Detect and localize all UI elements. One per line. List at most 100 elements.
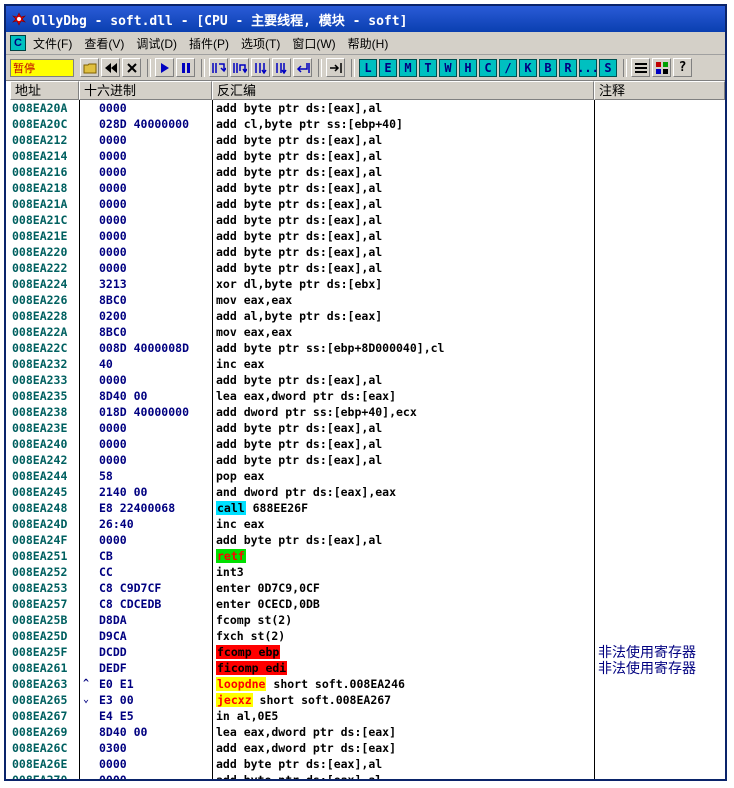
- table-row[interactable]: 008EA242 0000 add byte ptr ds:[eax],al: [10, 452, 725, 468]
- list-view-button[interactable]: [631, 58, 650, 77]
- menu-file[interactable]: 文件(F): [29, 35, 80, 52]
- table-row[interactable]: 008EA244 58 pop eax: [10, 468, 725, 484]
- step-into-button[interactable]: [209, 58, 228, 77]
- window-button-4[interactable]: W: [439, 58, 457, 77]
- open-button[interactable]: [80, 58, 99, 77]
- colors-button[interactable]: [652, 58, 671, 77]
- column-header-hex[interactable]: 十六进制: [79, 81, 212, 100]
- window-button-6[interactable]: C: [479, 58, 497, 77]
- row-address: 008EA23E: [12, 421, 68, 435]
- table-row[interactable]: 008EA235 8D40 00 lea eax,dword ptr ds:[eax…: [10, 388, 725, 404]
- table-row[interactable]: 008EA25B D8DA fcomp st(2): [10, 612, 725, 628]
- title-bar[interactable]: OllyDbg - soft.dll - [CPU - 主要线程, 模块 - s…: [6, 6, 725, 32]
- menu-window[interactable]: 窗口(W): [288, 35, 343, 52]
- row-mnemonic: retf: [216, 549, 246, 563]
- table-row[interactable]: 008EA257 C8 CDCEDB enter 0CECD,0DB: [10, 596, 725, 612]
- row-disassembly: fxch st(2): [216, 628, 285, 644]
- row-hex: 0000: [99, 533, 127, 547]
- row-address: 008EA265: [12, 693, 68, 707]
- table-row[interactable]: 008EA265 ⌄ E3 00 jecxz short soft.008EA267: [10, 692, 725, 708]
- window-button-2[interactable]: M: [399, 58, 417, 77]
- execute-till-return-button[interactable]: [293, 58, 312, 77]
- cpu-disassembly-pane[interactable]: 地址 十六进制 反汇编 注释 008EA20A 0000 add byte ptr …: [6, 81, 725, 779]
- table-row[interactable]: 008EA24F 0000 add byte ptr ds:[eax],al: [10, 532, 725, 548]
- table-row[interactable]: 008EA214 0000 add byte ptr ds:[eax],al: [10, 148, 725, 164]
- trace-over-button[interactable]: [272, 58, 291, 77]
- window-button-8[interactable]: K: [519, 58, 537, 77]
- column-header-disasm[interactable]: 反汇编: [212, 81, 594, 100]
- trace-into-button[interactable]: [251, 58, 270, 77]
- table-row[interactable]: 008EA261 DEDF ficomp edi 非法使用寄存器: [10, 660, 725, 676]
- table-row[interactable]: 008EA226 8BC0 mov eax,eax: [10, 292, 725, 308]
- go-to-icon: [329, 62, 342, 73]
- pause-button[interactable]: [176, 58, 195, 77]
- row-address: 008EA251: [12, 549, 68, 563]
- menu-options[interactable]: 选项(T): [237, 35, 288, 52]
- window-button-9[interactable]: B: [539, 58, 557, 77]
- table-row[interactable]: 008EA22C 008D 4000008D add byte ptr ss:[eb…: [10, 340, 725, 356]
- table-row[interactable]: 008EA21C 0000 add byte ptr ds:[eax],al: [10, 212, 725, 228]
- menu-help[interactable]: 帮助(H): [344, 35, 397, 52]
- row-hex: 0000: [99, 149, 127, 163]
- table-row[interactable]: 008EA216 0000 add byte ptr ds:[eax],al: [10, 164, 725, 180]
- row-disassembly: add byte ptr ds:[eax],al: [216, 420, 382, 436]
- rewind-button[interactable]: [101, 58, 120, 77]
- table-row[interactable]: 008EA228 0200 add al,byte ptr ds:[eax]: [10, 308, 725, 324]
- close-button[interactable]: [122, 58, 141, 77]
- table-row[interactable]: 008EA218 0000 add byte ptr ds:[eax],al: [10, 180, 725, 196]
- window-button-1[interactable]: E: [379, 58, 397, 77]
- table-row[interactable]: 008EA22A 8BC0 mov eax,eax: [10, 324, 725, 340]
- window-button-5[interactable]: H: [459, 58, 477, 77]
- window-button-7[interactable]: /: [499, 58, 517, 77]
- table-row[interactable]: 008EA212 0000 add byte ptr ds:[eax],al: [10, 132, 725, 148]
- row-operands: fxch st(2): [216, 629, 286, 643]
- run-button[interactable]: [155, 58, 174, 77]
- table-row[interactable]: 008EA270 0000 add byte ptr ds:[eax],al: [10, 772, 725, 779]
- table-row[interactable]: 008EA20A 0000 add byte ptr ds:[eax],al: [10, 100, 725, 116]
- table-row[interactable]: 008EA20C 028D 40000000 add cl,byte ptr ss:…: [10, 116, 725, 132]
- row-hex: C8 CDCEDB: [99, 597, 162, 611]
- pause-icon: [181, 62, 190, 73]
- table-row[interactable]: 008EA21E 0000 add byte ptr ds:[eax],al: [10, 228, 725, 244]
- go-to-origin-button[interactable]: [326, 58, 345, 77]
- table-row[interactable]: 008EA220 0000 add byte ptr ds:[eax],al: [10, 244, 725, 260]
- table-row[interactable]: 008EA267 E4 E5 in al,0E5: [10, 708, 725, 724]
- row-operands: add eax,dword ptr ds:[eax]: [216, 741, 397, 755]
- table-row[interactable]: 008EA26C 0300 add eax,dword ptr ds:[eax]: [10, 740, 725, 756]
- menu-debug[interactable]: 调试(D): [132, 35, 185, 52]
- table-row[interactable]: 008EA248 E8 22400068 call 688EE26F: [10, 500, 725, 516]
- table-row[interactable]: 008EA224 3213 xor dl,byte ptr ds:[ebx]: [10, 276, 725, 292]
- row-hex: 8BC0: [99, 293, 127, 307]
- window-button-0[interactable]: L: [359, 58, 377, 77]
- table-row[interactable]: 008EA269 8D40 00 lea eax,dword ptr ds:[eax…: [10, 724, 725, 740]
- step-over-button[interactable]: [230, 58, 249, 77]
- table-row[interactable]: 008EA25D D9CA fxch st(2): [10, 628, 725, 644]
- window-button-12[interactable]: S: [599, 58, 617, 77]
- table-row[interactable]: 008EA21A 0000 add byte ptr ds:[eax],al: [10, 196, 725, 212]
- table-row[interactable]: 008EA24D 26:40 inc eax: [10, 516, 725, 532]
- table-row[interactable]: 008EA252 CC int3: [10, 564, 725, 580]
- table-row[interactable]: 008EA25F DCDD fcomp ebp 非法使用寄存器: [10, 644, 725, 660]
- table-row[interactable]: 008EA245 2140 00 and dword ptr ds:[eax],ea…: [10, 484, 725, 500]
- table-row[interactable]: 008EA251 CB retf: [10, 548, 725, 564]
- column-header-comment[interactable]: 注释: [594, 81, 725, 100]
- table-row[interactable]: 008EA222 0000 add byte ptr ds:[eax],al: [10, 260, 725, 276]
- table-row[interactable]: 008EA232 40 inc eax: [10, 356, 725, 372]
- help-button[interactable]: ?: [673, 58, 692, 77]
- window-button-10[interactable]: R: [559, 58, 577, 77]
- table-row[interactable]: 008EA253 C8 C9D7CF enter 0D7C9,0CF: [10, 580, 725, 596]
- table-row[interactable]: 008EA233 0000 add byte ptr ds:[eax],al: [10, 372, 725, 388]
- table-row[interactable]: 008EA23E 0000 add byte ptr ds:[eax],al: [10, 420, 725, 436]
- table-row[interactable]: 008EA26E 0000 add byte ptr ds:[eax],al: [10, 756, 725, 772]
- cpu-window-icon[interactable]: C: [10, 35, 26, 51]
- window-button-11[interactable]: ...: [577, 58, 599, 77]
- column-header-address[interactable]: 地址: [10, 81, 79, 100]
- window-button-3[interactable]: T: [419, 58, 437, 77]
- menu-view[interactable]: 查看(V): [80, 35, 132, 52]
- table-row[interactable]: 008EA240 0000 add byte ptr ds:[eax],al: [10, 436, 725, 452]
- table-row[interactable]: 008EA238 018D 40000000 add dword ptr ss:[e…: [10, 404, 725, 420]
- row-hex: 8BC0: [99, 325, 127, 339]
- row-address: 008EA26C: [12, 741, 68, 755]
- table-row[interactable]: 008EA263 ^ E0 E1 loopdne short soft.008EA24…: [10, 676, 725, 692]
- menu-plugins[interactable]: 插件(P): [185, 35, 237, 52]
